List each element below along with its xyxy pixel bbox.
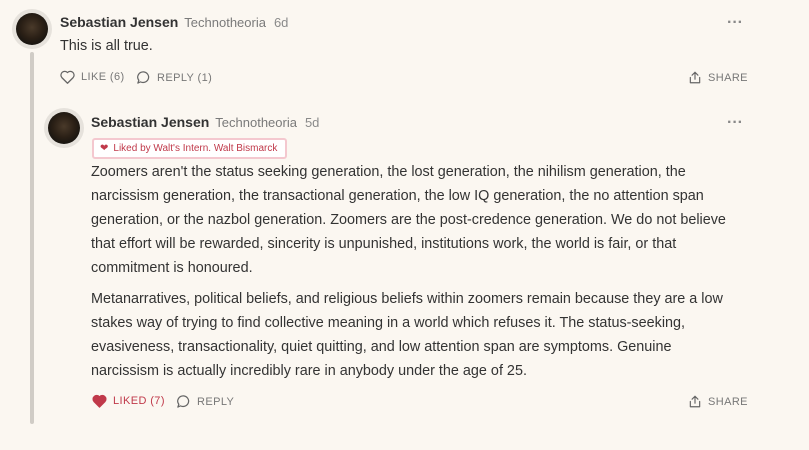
avatar[interactable] [48,112,80,144]
like-label: LIKE (6) [81,71,125,83]
comment-publication[interactable]: Technotheoria [215,115,297,130]
heart-filled-icon [92,394,107,408]
comment-paragraph: Zoomers aren't the status seeking genera… [91,164,726,276]
share-icon [689,71,701,84]
reply-button[interactable]: REPLY (1) [136,70,212,85]
like-button[interactable]: LIKE (6) [60,70,125,84]
more-options-icon[interactable]: ··· [727,15,743,31]
comment-header: Sebastian Jensen Technotheoria 5d [91,114,319,130]
comment-time[interactable]: 6d [274,15,288,30]
avatar[interactable] [16,13,48,45]
heart-outline-icon [60,70,75,84]
more-options-icon[interactable]: ··· [727,115,743,131]
comment-body: This is all true. [60,38,153,54]
thread-line[interactable] [30,52,34,424]
comment-author[interactable]: Sebastian Jensen [91,114,209,130]
speech-bubble-icon [137,71,150,84]
comment-header: Sebastian Jensen Technotheoria 6d [60,14,288,30]
liked-label: LIKED (7) [113,395,165,407]
share-button[interactable]: SHARE [688,70,748,85]
comment-publication[interactable]: Technotheoria [184,15,266,30]
share-label: SHARE [708,395,748,408]
reply-label: REPLY (1) [157,71,213,84]
comment-time[interactable]: 5d [305,115,319,130]
comment-author[interactable]: Sebastian Jensen [60,14,178,30]
speech-bubble-icon [177,395,190,408]
reply-button[interactable]: REPLY [176,394,234,409]
share-label: SHARE [708,71,748,84]
share-button[interactable]: SHARE [688,394,748,409]
comment-paragraph: Metanarratives, political beliefs, and r… [91,291,723,379]
liked-by-text: Liked by Walt's Intern. Walt Bismarck [113,143,278,154]
liked-by-badge: ❤ Liked by Walt's Intern. Walt Bismarck [92,138,288,159]
share-icon [689,395,701,408]
heart-filled-icon: ❤ [100,143,109,154]
reply-label: REPLY [197,395,235,408]
liked-button[interactable]: LIKED (7) [92,394,165,408]
